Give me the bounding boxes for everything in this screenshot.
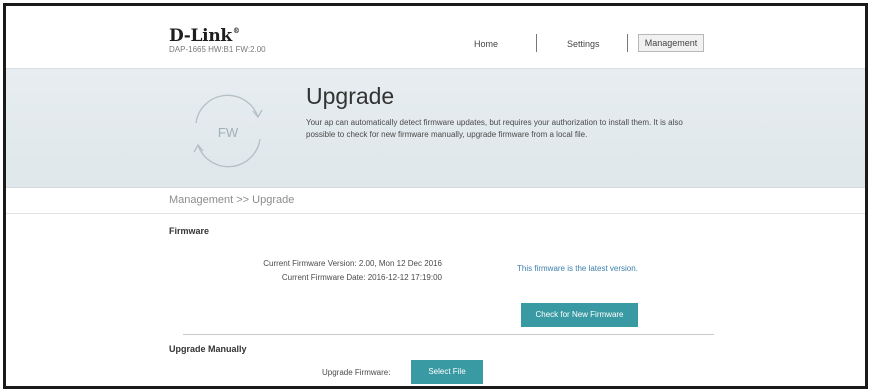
- nav-settings[interactable]: Settings: [567, 39, 600, 49]
- firmware-version-row: Current Firmware Version: 2.00, Mon 12 D…: [156, 259, 442, 271]
- browser-frame: D-Link® DAP-1665 HW:B1 FW:2.00 Home Sett…: [3, 3, 868, 389]
- firmware-status: This firmware is the latest version.: [517, 264, 638, 273]
- section-divider: [183, 334, 714, 335]
- upgrade-manually-title: Upgrade Manually: [169, 344, 247, 354]
- page-title: Upgrade: [306, 83, 395, 109]
- firmware-date-row: Current Firmware Date: 2016-12-12 17:19:…: [156, 273, 442, 285]
- dlink-logo: D-Link®: [169, 26, 240, 46]
- firmware-version: Current Firmware Version: 2.00, Mon 12 D…: [263, 259, 442, 268]
- breadcrumb: Management >> Upgrade: [169, 194, 295, 206]
- nav-management[interactable]: Management: [638, 34, 704, 52]
- upgrade-firmware-label: Upgrade Firmware:: [322, 368, 391, 377]
- page-description: Your ap can automatically detect firmwar…: [306, 118, 683, 139]
- select-file-button[interactable]: Select File: [411, 360, 483, 384]
- firmware-icon-label: FW: [218, 125, 239, 140]
- firmware-date: Current Firmware Date: 2016-12-12 17:19:…: [281, 273, 442, 282]
- check-new-firmware-button[interactable]: Check for New Firmware: [521, 303, 638, 327]
- logo-text: D-Link: [169, 26, 232, 46]
- firmware-section-title: Firmware: [169, 226, 210, 236]
- nav-divider: [536, 34, 537, 52]
- nav-divider: [627, 34, 628, 52]
- firmware-refresh-icon: FW: [193, 94, 263, 168]
- logo-registered-mark: ®: [232, 26, 240, 35]
- breadcrumb-divider: [6, 213, 865, 214]
- model-info: DAP-1665 HW:B1 FW:2.00: [169, 45, 266, 54]
- page-banner: FW Upgrade Your ap can automatically det…: [6, 68, 865, 188]
- nav-home[interactable]: Home: [474, 39, 498, 49]
- header: D-Link® DAP-1665 HW:B1 FW:2.00 Home Sett…: [6, 6, 865, 68]
